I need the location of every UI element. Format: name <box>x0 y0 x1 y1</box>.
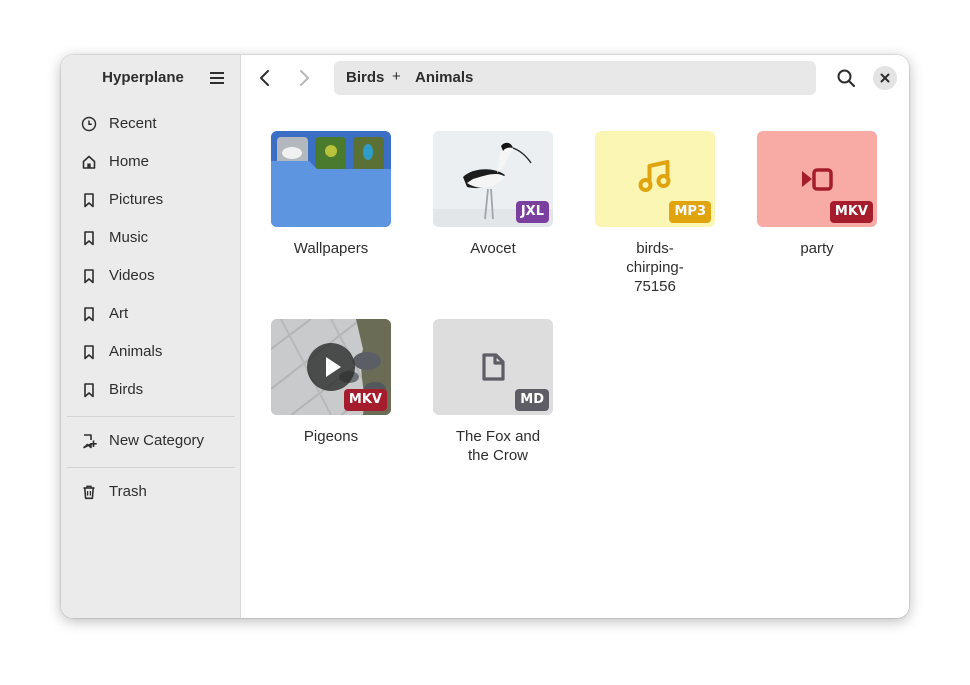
hamburger-menu-icon <box>210 72 224 84</box>
sidebar-item-animals[interactable]: Animals <box>71 335 231 369</box>
file-name: party <box>800 240 834 257</box>
sidebar-item-pictures[interactable]: Pictures <box>71 183 231 217</box>
path-bar[interactable]: Birds + Animals <box>334 61 816 95</box>
sidebar-item-label: Pictures <box>109 191 164 208</box>
file-name: Wallpapers <box>293 240 369 257</box>
path-tag-animals[interactable]: Animals <box>415 69 473 86</box>
file-name: Avocet <box>470 240 516 257</box>
file-manager-window: Hyperplane Recent Home Pictures Music Vi… <box>61 55 909 618</box>
video-thumbnail: MKV <box>757 131 877 227</box>
sidebar-item-music[interactable]: Music <box>71 221 231 255</box>
file-item-wallpapers[interactable]: Wallpapers <box>241 131 421 311</box>
chevron-left-icon <box>260 70 269 86</box>
sidebar-item-label: Trash <box>109 483 147 500</box>
forward-button[interactable] <box>291 66 317 90</box>
file-item-pigeons[interactable]: MKV Pigeons <box>241 319 421 499</box>
search-icon <box>837 69 856 88</box>
bookmark-icon <box>84 193 94 208</box>
file-type-badge: MP3 <box>669 201 711 223</box>
sidebar-item-recent[interactable]: Recent <box>71 107 231 141</box>
file-item-fox-and-crow[interactable]: MD The Fox and the Crow <box>403 319 583 499</box>
sidebar-item-birds[interactable]: Birds <box>71 373 231 407</box>
new-category-button[interactable]: New Category <box>71 424 231 458</box>
close-icon <box>880 73 890 83</box>
bookmark-icon <box>84 345 94 360</box>
sidebar-item-videos[interactable]: Videos <box>71 259 231 293</box>
clock-icon <box>81 116 97 132</box>
sidebar-item-label: Videos <box>109 267 155 284</box>
document-thumbnail: MD <box>433 319 553 415</box>
file-type-badge: MKV <box>829 201 873 223</box>
sidebar-item-label: Music <box>109 229 149 246</box>
header-bar: Birds + Animals <box>241 55 909 101</box>
sidebar-divider <box>67 467 235 468</box>
back-button[interactable] <box>252 66 278 90</box>
bookmark-icon <box>84 269 94 284</box>
sidebar-item-label: Animals <box>109 343 163 360</box>
file-type-badge: JXL <box>515 201 549 223</box>
close-window-button[interactable] <box>873 66 897 90</box>
bookmark-icon <box>84 383 94 398</box>
audio-thumbnail: MP3 <box>595 131 715 227</box>
chevron-right-icon <box>300 70 309 86</box>
sidebar-item-label: Birds <box>109 381 144 398</box>
bookmark-icon <box>84 231 94 246</box>
sidebar-item-art[interactable]: Art <box>71 297 231 331</box>
sidebar-item-trash[interactable]: Trash <box>71 475 231 509</box>
new-category-label: New Category <box>109 432 205 449</box>
image-thumbnail: JXL <box>433 131 553 227</box>
sidebar-item-label: Home <box>109 153 150 170</box>
bookmark-icon <box>84 307 94 322</box>
file-item-birds-chirping[interactable]: MP3 birds-chirping-75156 <box>565 131 745 311</box>
trash-icon <box>83 485 95 500</box>
file-name: The Fox and the Crow <box>455 428 541 464</box>
home-icon <box>82 155 96 169</box>
sidebar-item-label: Recent <box>109 115 157 132</box>
sidebar: Hyperplane Recent Home Pictures Music Vi… <box>61 55 241 618</box>
file-item-avocet[interactable]: JXL Avocet <box>403 131 583 311</box>
file-type-badge: MD <box>515 389 549 411</box>
folder-icon <box>271 131 391 227</box>
video-thumbnail: MKV <box>271 319 391 415</box>
search-button[interactable] <box>835 67 857 89</box>
sidebar-item-label: Art <box>109 305 129 322</box>
sidebar-divider <box>67 416 235 417</box>
file-type-badge: MKV <box>343 389 387 411</box>
path-tag-birds[interactable]: Birds <box>346 69 384 86</box>
app-title: Hyperplane <box>102 69 184 86</box>
file-item-party[interactable]: MKV party <box>727 131 907 311</box>
bookmark-add-icon <box>83 434 97 449</box>
main-menu-button[interactable] <box>205 68 229 88</box>
path-separator: + <box>392 68 401 85</box>
folder-thumbnail <box>271 131 391 227</box>
file-name: Pigeons <box>303 428 359 445</box>
sidebar-header: Hyperplane <box>61 55 240 101</box>
sidebar-item-home[interactable]: Home <box>71 145 231 179</box>
file-name: birds-chirping-75156 <box>626 240 684 295</box>
